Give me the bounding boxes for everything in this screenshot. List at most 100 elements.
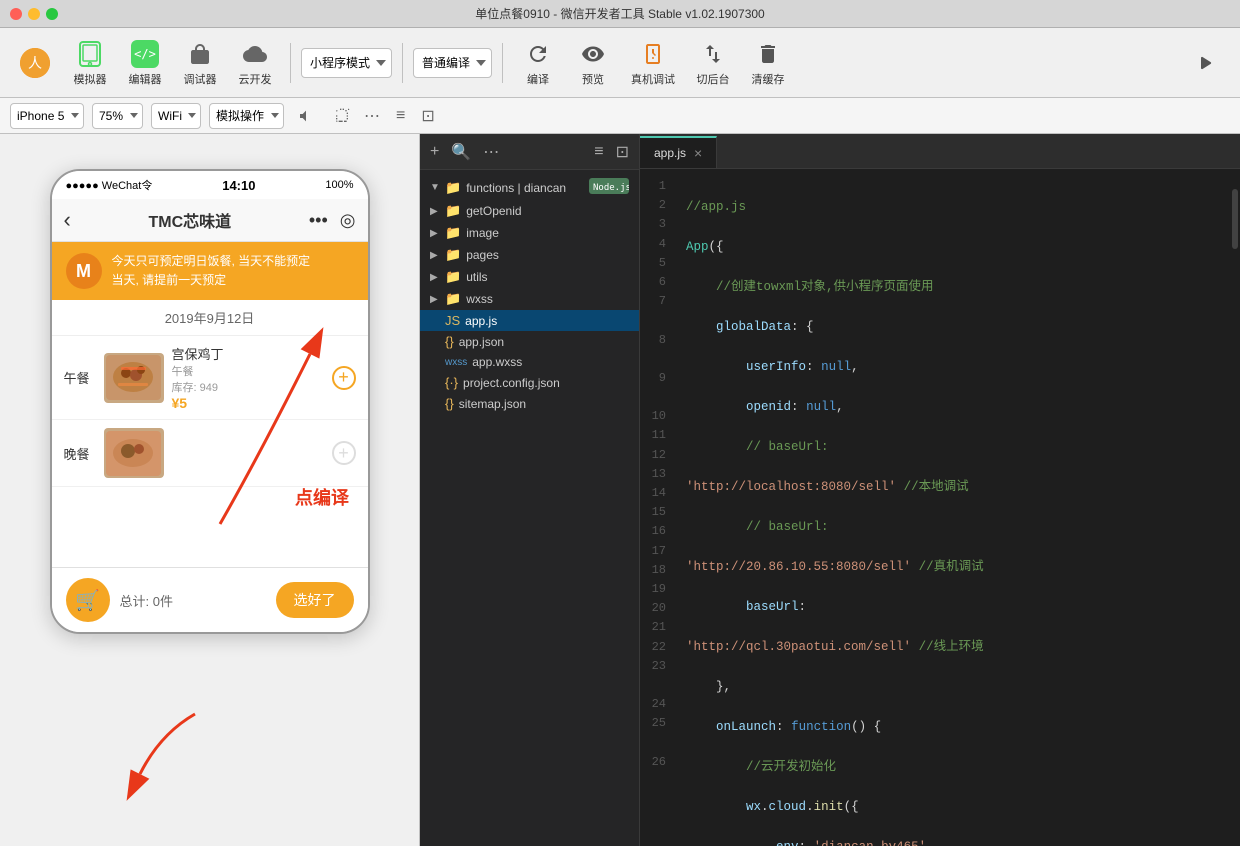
window-controls[interactable] <box>10 8 58 20</box>
maximize-button[interactable] <box>46 8 58 20</box>
code-line-6: openid: null, <box>686 397 1220 417</box>
tab-close-button[interactable]: × <box>694 145 702 161</box>
list-button[interactable]: ≡ <box>396 107 405 125</box>
meal1-stock: 库存: 949 <box>172 379 324 395</box>
search-files-button[interactable]: 🔍 <box>451 142 471 162</box>
backend-label: 切后台 <box>697 71 730 87</box>
cart-button[interactable]: 🛒 <box>66 578 110 622</box>
separator1 <box>290 43 291 83</box>
phone-footer: 🛒 总计: 0件 选好了 <box>52 567 368 632</box>
tree-item-appjson[interactable]: {} app.json <box>420 331 639 352</box>
orange-banner: M 今天只可预定明日饭餐, 当天不能预定 当天, 请提前一天预定 <box>52 242 368 300</box>
phone-nav-bar: ‹ TMC芯味道 ••• ◎ <box>52 199 368 242</box>
zoom-select[interactable]: 75% <box>92 103 143 129</box>
scrollbar-thumb[interactable] <box>1232 189 1238 249</box>
tree-item-sitemap[interactable]: {} sitemap.json <box>420 393 639 414</box>
folder-icon-functions: 📁 <box>445 180 461 196</box>
sub-toolbar: iPhone 5 75% WiFi 模拟操作 ⋯ ≡ ⊡ <box>0 98 1240 134</box>
simulator-button[interactable]: 模拟器 <box>65 35 115 91</box>
json-file-icon-project: {·} <box>445 375 458 390</box>
cart-total: 总计: 0件 <box>120 591 266 610</box>
more-files-button[interactable]: ⋯ <box>483 142 499 162</box>
folder-icon-image: 📁 <box>445 225 461 241</box>
tree-item-getOpenid[interactable]: ▶ 📁 getOpenid <box>420 200 639 222</box>
tree-item-wxss[interactable]: ▶ 📁 wxss <box>420 288 639 310</box>
meal2-add-button[interactable]: + <box>332 441 356 465</box>
folder-arrow-functions: ▼ <box>430 182 440 193</box>
close-button[interactable] <box>10 8 22 20</box>
code-line-7: // baseUrl: <box>686 437 1220 457</box>
backend-button[interactable]: 切后台 <box>688 35 738 91</box>
device-select[interactable]: iPhone 5 <box>10 103 84 129</box>
code-line-4: globalData: { <box>686 317 1220 337</box>
tree-item-pages[interactable]: ▶ 📁 pages <box>420 244 639 266</box>
clearcache-button[interactable]: 清缓存 <box>743 35 793 91</box>
tree-item-appjs[interactable]: JS app.js <box>420 310 639 331</box>
phone-frame: ●●●●● WeChat令 14:10 100% ‹ TMC芯味道 ••• ◎ <box>50 169 370 634</box>
tab-appjs-label: app.js <box>654 146 686 160</box>
code-line-11: onLaunch: function() { <box>686 717 1220 737</box>
preview-button[interactable]: 预览 <box>568 35 618 91</box>
simulator-icon <box>75 39 105 69</box>
nav-record-icon[interactable]: ◎ <box>340 210 356 231</box>
tree-item-appwxss[interactable]: wxss app.wxss <box>420 352 639 372</box>
realdevice-button[interactable]: 真机调试 <box>623 35 683 91</box>
meal2-image <box>104 428 164 478</box>
tree-label-appjson: app.json <box>459 335 504 349</box>
code-area[interactable]: 1 2 3 4 5 6 7 8 9 10 11 12 13 14 15 16 1… <box>640 169 1240 846</box>
separator3 <box>502 43 503 83</box>
folder-arrow-pages: ▶ <box>430 250 440 261</box>
cloud-button[interactable]: 云开发 <box>230 35 280 91</box>
tree-label-functions: functions | diancan <box>466 181 566 195</box>
tree-item-image[interactable]: ▶ 📁 image <box>420 222 639 244</box>
nav-dots-icon[interactable]: ••• <box>309 210 328 231</box>
nodes-badge: Node.js <box>589 178 629 197</box>
screen-button[interactable] <box>328 103 356 129</box>
editor-button[interactable]: </> 编辑器 <box>120 35 170 91</box>
debugger-button[interactable]: 调试器 <box>175 35 225 91</box>
code-line-13: wx.cloud.init({ <box>686 797 1220 817</box>
content-spacer <box>52 487 368 567</box>
volume-button[interactable] <box>292 103 320 129</box>
dinner-row: 晚餐 + <box>52 420 368 487</box>
json-file-icon-appjson: {} <box>445 334 454 349</box>
simulator-panel: ●●●●● WeChat令 14:10 100% ‹ TMC芯味道 ••• ◎ <box>0 134 420 846</box>
split-button[interactable]: ⊡ <box>421 106 434 126</box>
refresh-label: 编译 <box>527 71 549 87</box>
preview-label: 预览 <box>582 71 604 87</box>
tree-item-utils[interactable]: ▶ 📁 utils <box>420 266 639 288</box>
avatar-item[interactable]: 人 <box>10 44 60 82</box>
preview-icon <box>578 39 608 69</box>
meal1-name: 宫保鸡丁 <box>172 344 324 363</box>
rotate-button[interactable]: ⋯ <box>364 106 380 126</box>
minimize-button[interactable] <box>28 8 40 20</box>
code-line-9: baseUrl: <box>686 597 1220 617</box>
more-button[interactable] <box>1180 44 1230 82</box>
svg-text:Node.js: Node.js <box>593 183 629 193</box>
editor-scrollbar[interactable] <box>1230 169 1240 846</box>
tree-label-projectconfig: project.config.json <box>463 376 560 390</box>
json-file-icon-sitemap: {} <box>445 396 454 411</box>
meal1-add-button[interactable]: + <box>332 366 356 390</box>
network-select[interactable]: WiFi <box>151 103 201 129</box>
tree-item-functions[interactable]: ▼ 📁 functions | diancan Node.js <box>420 175 639 200</box>
phone-status-bar: ●●●●● WeChat令 14:10 100% <box>52 171 368 199</box>
checkout-button[interactable]: 选好了 <box>276 582 354 618</box>
split-files-button[interactable]: ⊡ <box>616 142 629 162</box>
tree-item-projectconfig[interactable]: {·} project.config.json <box>420 372 639 393</box>
mode-select[interactable]: 小程序模式 <box>301 48 392 78</box>
add-file-button[interactable]: + <box>430 143 439 161</box>
filetree-toolbar: + 🔍 ⋯ ≡ ⊡ <box>420 134 639 170</box>
battery: 100% <box>325 179 353 191</box>
refresh-button[interactable]: 编译 <box>513 35 563 91</box>
nav-back-icon[interactable]: ‹ <box>64 207 71 233</box>
ops-select[interactable]: 模拟操作 <box>209 103 284 129</box>
js-file-icon: JS <box>445 313 460 328</box>
wxss-file-icon: wxss <box>445 357 467 368</box>
list-files-button[interactable]: ≡ <box>594 143 603 161</box>
filetree-panel: + 🔍 ⋯ ≡ ⊡ ▼ 📁 functions | diancan Node.j… <box>420 134 640 846</box>
compile-select[interactable]: 普通编译 <box>413 48 492 78</box>
tab-appjs[interactable]: app.js × <box>640 136 717 168</box>
meal1-info: 宫保鸡丁 午餐 库存: 949 ¥5 <box>172 344 324 411</box>
editor-label: 编辑器 <box>129 71 162 87</box>
